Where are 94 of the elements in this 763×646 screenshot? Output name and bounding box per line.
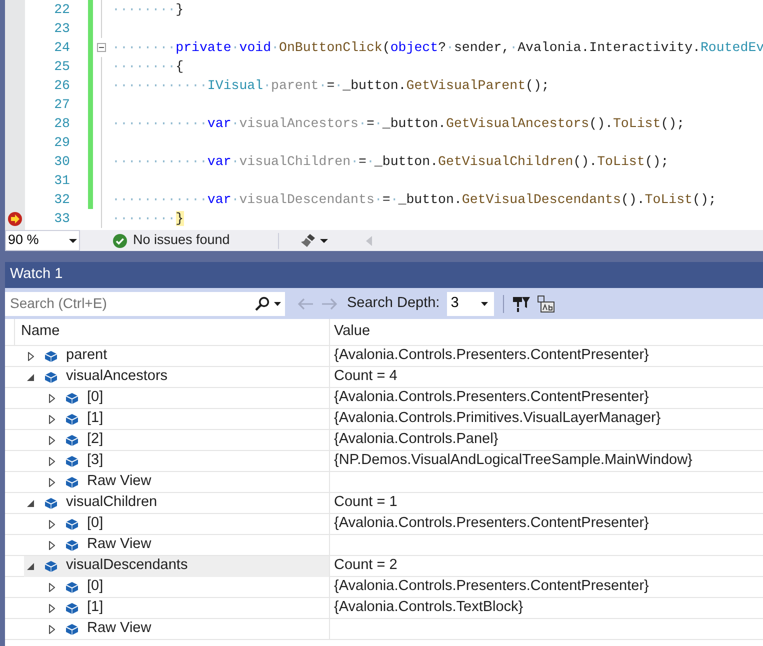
value-cell-text: {Avalonia.Controls.Panel} xyxy=(334,430,498,450)
object-icon xyxy=(65,602,78,614)
value-cell-text: {Avalonia.Controls.Presenters.ContentPresenter} xyxy=(334,388,649,408)
variable-name[interactable]: Raw View xyxy=(87,534,152,556)
value-cell-text: {Avalonia.Controls.Presenters.ContentPresenter} xyxy=(334,577,649,596)
variable-name[interactable]: [3] xyxy=(87,450,104,472)
line-number: 25 xyxy=(54,58,70,74)
code-line: ············var·visualDescendants·=·_button.GetVisualDescendants().ToList(); xyxy=(111,190,716,209)
line-number: 31 xyxy=(54,172,70,188)
expanded-triangle-icon[interactable] xyxy=(27,374,34,380)
line-number: 24 xyxy=(54,40,70,55)
line-number: 22 xyxy=(54,2,70,17)
object-icon xyxy=(65,624,78,634)
panel-title: Watch 1 xyxy=(10,265,63,284)
collapse-icon[interactable] xyxy=(97,43,106,52)
variable-name[interactable]: [1] xyxy=(87,597,104,619)
object-icon xyxy=(65,518,78,530)
dropdown-arrow-icon xyxy=(480,302,488,306)
variable-name[interactable]: [0] xyxy=(87,576,104,598)
object-icon xyxy=(65,434,78,446)
object-icon xyxy=(65,392,78,404)
collapsed-triangle-icon[interactable] xyxy=(48,456,54,466)
collapsed-triangle-icon[interactable] xyxy=(28,352,34,360)
value-cell-text: {Avalonia.Controls.TextBlock} xyxy=(334,598,524,618)
tab-view-icon[interactable] xyxy=(536,294,555,312)
search-depth-label: Search Depth: xyxy=(347,294,440,313)
code-line: ············var·visualAncestors·=·_button.GetVisualAncestors().ToList(); xyxy=(111,114,685,133)
check-circle-icon xyxy=(113,234,127,248)
filter-pin-icon[interactable] xyxy=(512,294,530,312)
value-cell-text: {Avalonia.Controls.Primitives.VisualLayerManager} xyxy=(334,409,661,428)
line-number: 28 xyxy=(54,116,70,131)
issues-status[interactable]: No issues found xyxy=(133,230,230,251)
column-header[interactable]: Name xyxy=(15,319,330,345)
search-box[interactable]: Search (Ctrl+E) xyxy=(5,292,285,316)
line-number: 33 xyxy=(54,210,70,226)
line-number: 29 xyxy=(54,134,70,150)
dropdown-arrow-icon[interactable] xyxy=(274,302,281,306)
collapsed-triangle-icon[interactable] xyxy=(48,414,54,424)
variable-name[interactable]: [0] xyxy=(87,513,104,535)
value-cell-text: {NP.Demos.VisualAndLogicalTreeSample.MainWindow} xyxy=(334,451,692,470)
collapsed-triangle-icon[interactable] xyxy=(48,478,54,486)
code-line: ············IVisual·parent·=·_button.GetVisualParent(); xyxy=(111,76,550,95)
variable-name[interactable]: [2] xyxy=(87,429,104,451)
object-icon xyxy=(65,540,78,550)
line-number: 26 xyxy=(54,78,70,93)
variable-name[interactable]: [0] xyxy=(87,387,104,409)
collapsed-triangle-icon[interactable] xyxy=(48,520,54,528)
dropdown-arrow-icon xyxy=(320,238,328,242)
brush-icon xyxy=(300,234,315,247)
value-cell-text: {Avalonia.Controls.Presenters.ContentPresenter} xyxy=(334,346,649,366)
search-field[interactable]: Search (Ctrl+E) xyxy=(10,293,254,314)
line-number: 27 xyxy=(54,96,70,112)
code-line: ············var·visualChildren·=·_button.GetVisualChildren().ToList(); xyxy=(111,152,669,171)
code-line: ········} xyxy=(111,210,184,228)
line-number: 30 xyxy=(54,154,70,169)
code-cleanup-button[interactable] xyxy=(300,234,328,247)
expanded-triangle-icon[interactable] xyxy=(27,562,34,570)
object-icon xyxy=(44,498,57,508)
variable-name[interactable]: Raw View xyxy=(87,471,152,493)
code-line: ········} xyxy=(111,0,184,19)
value-cell-text: Count = 1 xyxy=(334,493,398,512)
expanded-triangle-icon[interactable] xyxy=(27,500,34,506)
zoom-dropdown[interactable]: 90 % xyxy=(5,230,80,251)
search-depth-dropdown[interactable]: 3 xyxy=(446,292,494,316)
column-header[interactable]: Value xyxy=(330,319,763,345)
value-cell-text: Count = 2 xyxy=(334,556,398,576)
object-icon xyxy=(44,560,57,572)
object-icon xyxy=(65,414,78,424)
variable-name[interactable]: [1] xyxy=(87,408,104,430)
value-cell-text: Count = 4 xyxy=(334,367,398,386)
variable-name[interactable]: Raw View xyxy=(87,618,152,640)
selected-row-highlight[interactable]: visualDescendants xyxy=(24,556,329,576)
object-icon xyxy=(65,582,78,592)
object-icon xyxy=(65,476,78,488)
line-number: 23 xyxy=(54,20,70,36)
breakpoint-margin[interactable] xyxy=(5,0,25,230)
collapsed-triangle-icon[interactable] xyxy=(48,540,54,550)
collapsed-triangle-icon[interactable] xyxy=(48,436,54,444)
variable-name[interactable]: visualChildren xyxy=(66,492,158,514)
object-icon xyxy=(44,350,57,362)
object-icon xyxy=(44,372,57,382)
object-icon xyxy=(65,456,78,466)
collapsed-triangle-icon[interactable] xyxy=(48,394,54,402)
variable-name[interactable]: parent xyxy=(66,345,108,367)
variable-name[interactable]: visualAncestors xyxy=(66,366,168,388)
dropdown-arrow-icon xyxy=(69,238,77,242)
value-cell-text: {Avalonia.Controls.Presenters.ContentPresenter} xyxy=(334,514,649,534)
variable-name[interactable]: visualDescendants xyxy=(66,555,188,577)
line-number: 32 xyxy=(54,192,70,207)
collapsed-triangle-icon[interactable] xyxy=(48,604,54,612)
collapsed-triangle-icon[interactable] xyxy=(48,624,54,634)
collapsed-triangle-icon[interactable] xyxy=(48,582,54,592)
code-line: ········{ xyxy=(111,58,184,76)
search-icon[interactable] xyxy=(254,296,270,312)
